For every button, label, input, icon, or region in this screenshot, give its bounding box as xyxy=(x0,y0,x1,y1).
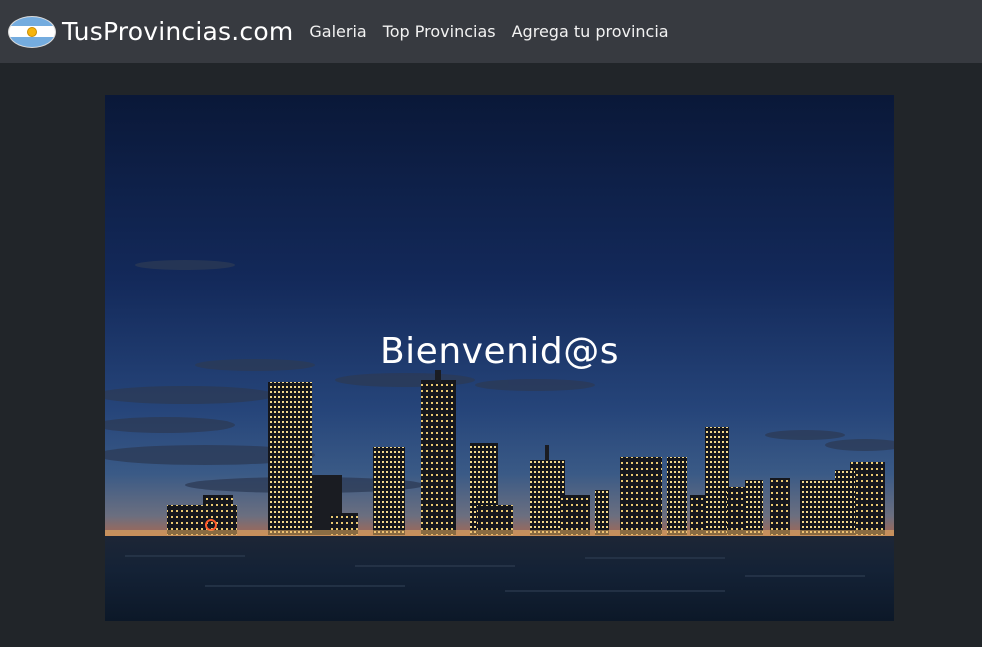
argentina-flag-icon xyxy=(8,15,56,48)
hero-banner: Bienvenid@s xyxy=(105,95,894,621)
nav-links: Galeria Top Provincias Agrega tu provinc… xyxy=(309,22,684,41)
brand-name: TusProvincias.com xyxy=(62,17,294,46)
nav-link-galeria[interactable]: Galeria xyxy=(309,22,366,41)
nav-link-top-provincias[interactable]: Top Provincias xyxy=(383,22,496,41)
navbar: TusProvincias.com Galeria Top Provincias… xyxy=(0,0,982,63)
nav-link-agrega-provincia[interactable]: Agrega tu provincia xyxy=(512,22,669,41)
brand-link[interactable]: TusProvincias.com xyxy=(8,15,294,48)
hero-title: Bienvenid@s xyxy=(379,331,620,372)
